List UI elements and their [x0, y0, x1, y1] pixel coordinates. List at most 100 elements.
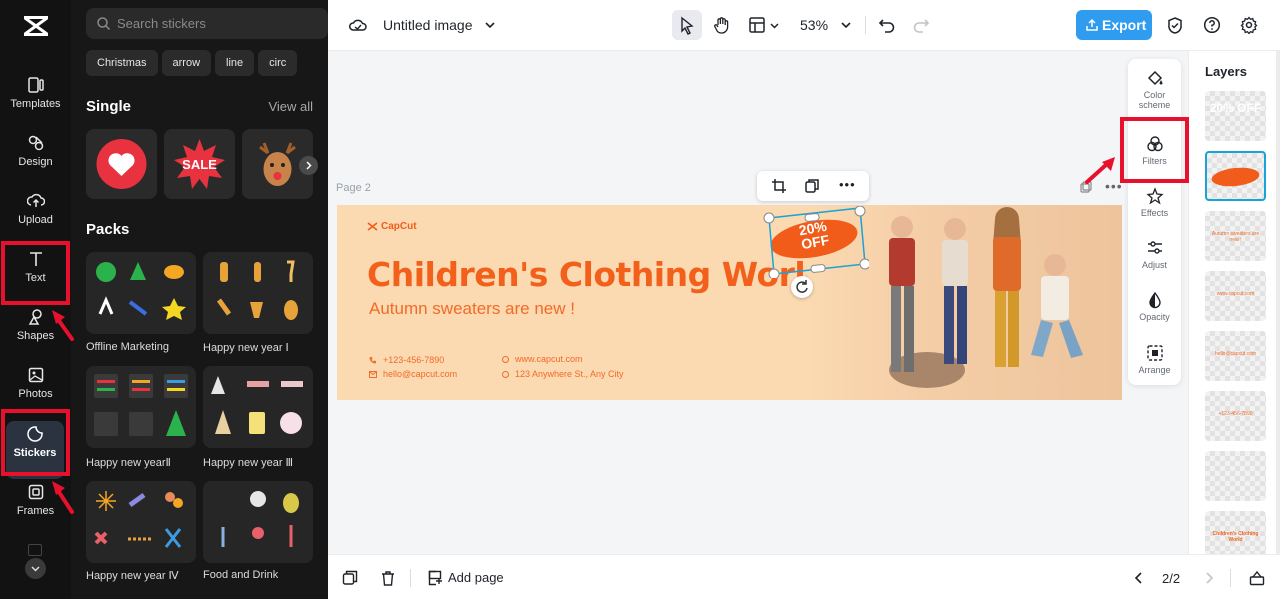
pack-happy-new-year-3[interactable] — [203, 366, 313, 448]
annotation-arrow-filters — [1085, 157, 1115, 184]
chip-arrow[interactable]: arrow — [161, 50, 212, 76]
brand-name[interactable]: CapCut — [381, 221, 417, 232]
pack-label: Happy new year Ⅲ — [203, 457, 294, 469]
pack-preview — [211, 376, 303, 434]
tool-label: Adjust — [1141, 260, 1167, 270]
rotate-icon — [796, 280, 808, 293]
annotation-arrow-stickers — [52, 481, 74, 514]
subline-text[interactable]: Autumn sweaters are new ! — [369, 299, 575, 319]
rail-label: Photos — [18, 388, 53, 400]
layer-thumbnail[interactable]: www.capcut.com — [1205, 271, 1266, 321]
chip-circle[interactable]: circ — [258, 50, 298, 76]
packs-section-title: Packs — [86, 221, 130, 238]
add-page-button[interactable]: Add page — [448, 570, 504, 585]
layer-thumbnail[interactable] — [1205, 451, 1266, 501]
layers-scrollbar[interactable] — [1276, 51, 1280, 554]
photos-icon — [28, 367, 43, 383]
layer-thumbnail[interactable]: 20% OFF — [1205, 91, 1266, 141]
heart-sticker[interactable] — [86, 129, 157, 199]
crop-icon[interactable] — [771, 178, 787, 194]
capcut-logo-icon[interactable] — [22, 14, 50, 38]
single-section-title: Single — [86, 98, 132, 115]
effects-star-icon — [1145, 187, 1164, 205]
copy-icon[interactable] — [804, 178, 820, 194]
view-all-link[interactable]: View all — [268, 99, 313, 114]
chevron-down-icon — [31, 566, 40, 572]
layer-text: Children's Clothing World — [1212, 531, 1259, 543]
export-icon — [1086, 18, 1098, 31]
tool-opacity[interactable]: Opacity — [1128, 291, 1181, 322]
tool-color-scheme[interactable]: Color scheme — [1128, 69, 1181, 110]
single-next-button[interactable] — [299, 156, 318, 175]
chevron-down-icon[interactable] — [840, 19, 852, 31]
rail-label: Upload — [18, 214, 53, 226]
undo-icon[interactable] — [878, 16, 896, 34]
layer-thumbnail[interactable]: hello@capcut.com — [1205, 331, 1266, 381]
email-text[interactable]: hello@capcut.com — [383, 369, 457, 379]
rail-expand-button[interactable] — [25, 558, 46, 579]
pack-label: Happy new year Ⅳ — [86, 570, 179, 582]
selection-frame[interactable] — [759, 206, 869, 278]
chevron-down-icon[interactable] — [769, 20, 780, 31]
annotation-box-filters — [1120, 117, 1189, 183]
rail-item-design[interactable]: Design — [0, 134, 71, 192]
phone-text[interactable]: +123-456-7890 — [383, 355, 444, 365]
cloud-upload-icon — [26, 193, 45, 207]
pack-happy-new-year-1[interactable] — [203, 252, 313, 334]
design-icon — [28, 135, 43, 151]
tool-adjust[interactable]: Adjust — [1128, 239, 1181, 270]
zoom-level[interactable]: 53% — [800, 17, 828, 33]
paint-bucket-icon — [1147, 70, 1162, 86]
export-button[interactable]: Export — [1076, 10, 1152, 40]
gear-icon[interactable] — [1240, 16, 1258, 34]
annotation-arrow-text — [52, 310, 74, 341]
pack-happy-new-year-4[interactable] — [86, 481, 196, 563]
tool-effects[interactable]: Effects — [1128, 187, 1181, 218]
chevron-down-icon[interactable] — [484, 19, 496, 31]
chip-christmas[interactable]: Christmas — [86, 50, 158, 76]
layout-icon[interactable] — [748, 16, 766, 34]
add-page-icon[interactable] — [427, 570, 443, 586]
collapse-panel-icon[interactable] — [1249, 570, 1265, 586]
sticker-panel: Christmasarrowlinecirc Single View all S… — [71, 0, 328, 599]
banner-design[interactable]: CapCut Children's Clothing World Autumn … — [337, 205, 1122, 400]
chevron-right-icon[interactable] — [1202, 571, 1216, 585]
select-tool-button[interactable] — [672, 10, 702, 40]
redo-icon[interactable] — [912, 16, 930, 34]
more-options-icon[interactable]: ••• — [839, 177, 856, 192]
sticker-search[interactable] — [86, 8, 328, 39]
rail-item-templates[interactable]: Templates — [0, 76, 71, 134]
chevron-left-icon[interactable] — [1132, 571, 1146, 585]
element-toolbar: ••• — [757, 171, 869, 201]
document-title[interactable]: Untitled image — [383, 17, 473, 33]
sale-sticker[interactable]: SALE — [164, 129, 235, 199]
more-apps-icon — [28, 544, 42, 556]
help-icon[interactable] — [1203, 16, 1221, 34]
canvas-area[interactable]: Page 2 ••• CapCut Children's Clothing Wo… — [328, 51, 1188, 554]
pack-food-and-drink[interactable] — [203, 481, 313, 563]
tag-chips: Christmas arrow line circ — [86, 50, 328, 76]
shapes-icon — [28, 309, 42, 325]
sliders-icon — [1147, 241, 1162, 254]
duplicate-page-icon[interactable] — [342, 570, 358, 586]
frames-icon — [28, 484, 43, 500]
hand-tool-icon[interactable] — [712, 15, 732, 35]
layer-thumbnail[interactable]: +123-456-7890 — [1205, 391, 1266, 441]
pack-offline-marketing[interactable] — [86, 252, 196, 334]
chip-line[interactable]: line — [215, 50, 255, 76]
phone-icon — [369, 357, 376, 364]
search-input[interactable] — [117, 8, 317, 39]
rail-label: Design — [18, 156, 53, 168]
cloud-sync-icon[interactable] — [349, 17, 367, 33]
arrange-icon — [1146, 345, 1163, 361]
trash-icon[interactable] — [380, 570, 396, 586]
shield-icon[interactable] — [1166, 16, 1184, 35]
website-text[interactable]: www.capcut.com — [515, 354, 583, 364]
pack-happy-new-year-2[interactable] — [86, 366, 196, 448]
tool-arrange[interactable]: Arrange — [1128, 344, 1181, 375]
layer-thumbnail[interactable]: Autumn sweaters are new ! — [1205, 211, 1266, 261]
templates-icon — [27, 77, 44, 93]
rotate-handle[interactable] — [791, 276, 813, 298]
address-text[interactable]: 123 Anywhere St., Any City — [515, 369, 624, 379]
layer-thumbnail-selected[interactable] — [1205, 151, 1266, 201]
